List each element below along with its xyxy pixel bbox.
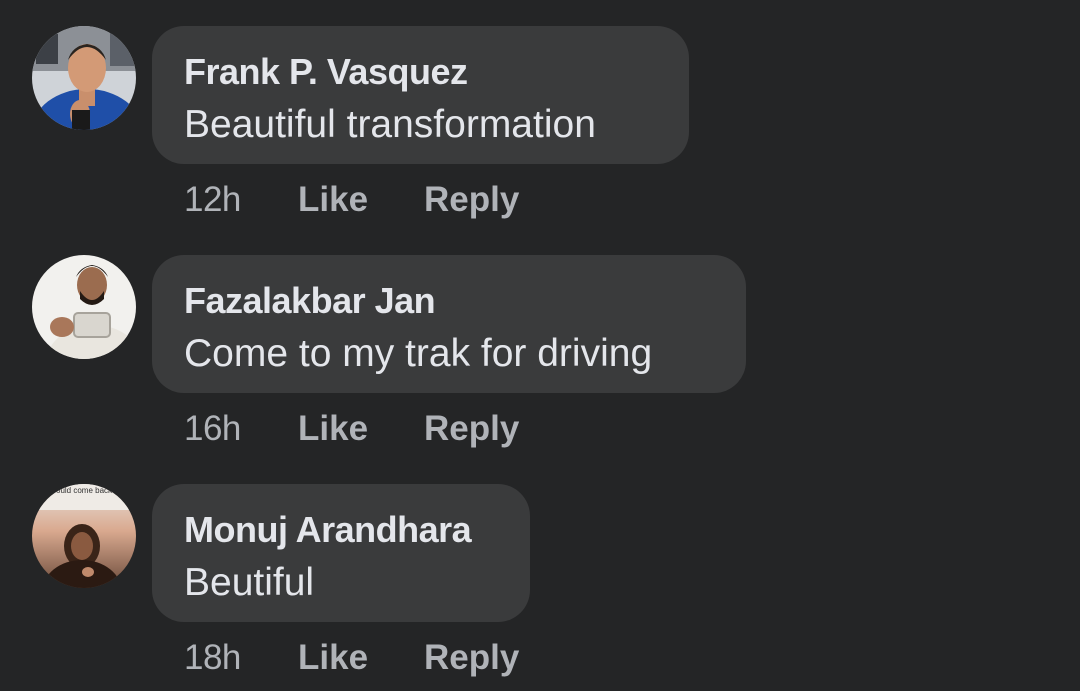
comment-author[interactable]: Monuj Arandhara <box>184 508 498 552</box>
avatar-caption: could come back / d the earth and start … <box>52 486 136 495</box>
comment-text: Beautiful transformation <box>184 103 596 146</box>
like-button[interactable]: Like <box>298 178 368 222</box>
like-button[interactable]: Like <box>298 407 368 451</box>
avatar[interactable] <box>32 255 136 359</box>
comment-bubble: Monuj Arandhara Beutiful <box>152 484 530 622</box>
reply-button[interactable]: Reply <box>424 636 519 680</box>
comment-bubble: Fazalakbar Jan Come to my trak for drivi… <box>152 255 746 393</box>
comment-timestamp[interactable]: 16h <box>184 407 241 451</box>
avatar[interactable] <box>32 26 136 130</box>
comment-author[interactable]: Fazalakbar Jan <box>184 279 714 323</box>
comment-timestamp[interactable]: 12h <box>184 178 241 222</box>
avatar-photo <box>32 255 136 359</box>
reply-button[interactable]: Reply <box>424 407 519 451</box>
avatar[interactable]: could come back / d the earth and start … <box>32 484 136 588</box>
avatar-photo <box>32 484 136 588</box>
comment-text: Come to my trak for driving <box>184 332 653 375</box>
like-button[interactable]: Like <box>298 636 368 680</box>
comment-text: Beutiful <box>184 561 315 604</box>
comment-timestamp[interactable]: 18h <box>184 636 241 680</box>
reply-button[interactable]: Reply <box>424 178 519 222</box>
comment-bubble: Frank P. Vasquez Beautiful transformatio… <box>152 26 689 164</box>
comment-author[interactable]: Frank P. Vasquez <box>184 50 657 94</box>
avatar-photo <box>32 26 136 130</box>
